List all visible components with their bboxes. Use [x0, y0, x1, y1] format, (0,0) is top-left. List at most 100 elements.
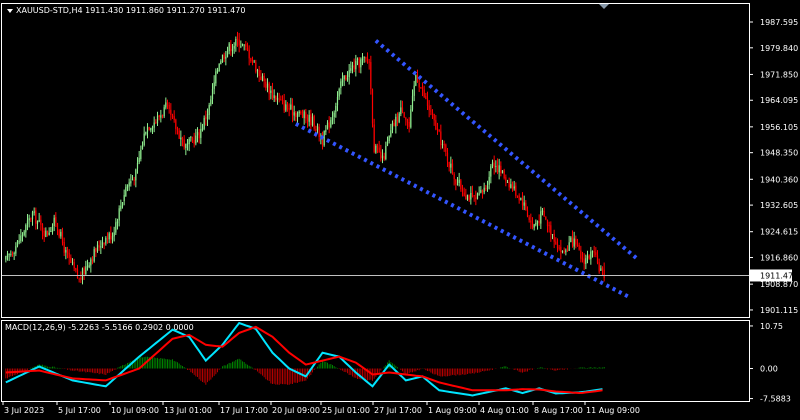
candle	[401, 100, 404, 114]
candle	[126, 184, 129, 192]
candle	[508, 177, 510, 191]
candle	[365, 56, 367, 63]
candle	[230, 40, 232, 56]
price-tick-label: 1916.860	[760, 254, 798, 263]
candle	[376, 143, 379, 154]
candle	[306, 114, 309, 128]
candle	[496, 158, 499, 175]
macd-tick-label: 10.75	[760, 322, 783, 331]
candle	[583, 253, 585, 270]
candle	[485, 184, 487, 192]
candle	[440, 124, 442, 150]
candle	[273, 89, 275, 103]
candle	[275, 95, 277, 102]
candle	[383, 152, 385, 161]
current-price-label: 1911.470	[760, 271, 798, 280]
candle	[103, 242, 105, 250]
candle	[143, 126, 145, 147]
candle	[195, 128, 197, 146]
candle	[78, 277, 80, 283]
candle	[106, 232, 109, 244]
macd-tick-label: -7.5883	[760, 395, 791, 404]
candle	[523, 195, 525, 211]
candle	[61, 227, 64, 246]
price-tick-label: 1987.595	[760, 18, 798, 27]
candle	[206, 108, 209, 126]
price-tick-label: 1901.115	[760, 306, 798, 315]
candle	[105, 236, 107, 246]
candle	[450, 156, 452, 174]
candle	[233, 42, 235, 54]
candle	[211, 83, 214, 105]
candle	[518, 193, 520, 204]
candle	[305, 108, 307, 124]
time-tick-label: 1 Aug 09:00	[428, 406, 477, 415]
candle	[188, 137, 190, 152]
candle	[555, 237, 557, 245]
candle	[261, 73, 264, 82]
candle	[246, 42, 249, 52]
candle	[545, 216, 547, 221]
candle	[321, 131, 324, 150]
candle	[21, 232, 24, 242]
candle	[178, 128, 180, 140]
candle	[80, 271, 82, 283]
candle	[396, 112, 399, 127]
candle	[203, 115, 205, 131]
macd-tick-label: 0.00	[760, 365, 778, 374]
candle	[130, 174, 132, 187]
candle	[406, 118, 409, 129]
candle	[300, 110, 302, 115]
candle	[190, 135, 192, 142]
macd-header: MACD(12,26,9) -5.2263 -5.5166 0.2902 0.0…	[5, 323, 194, 332]
candle	[175, 118, 177, 135]
candle	[160, 109, 162, 123]
candle	[288, 103, 290, 117]
candle	[30, 217, 32, 223]
time-tick-label: 10 Jul 09:00	[111, 406, 159, 415]
candle	[115, 218, 117, 235]
candle	[88, 262, 90, 269]
candle	[68, 249, 70, 265]
trading-chart[interactable]: XAUUSD-STD,H4 1911.430 1911.860 1911.270…	[0, 0, 800, 420]
candle	[198, 129, 200, 144]
candle	[378, 140, 380, 153]
candle	[133, 176, 135, 186]
candle	[421, 82, 424, 97]
candle	[266, 78, 269, 93]
candle	[333, 110, 335, 125]
candle	[173, 110, 175, 123]
candle	[5, 255, 7, 263]
candle	[150, 127, 152, 133]
candle	[533, 223, 535, 231]
candle	[83, 266, 85, 281]
candle	[140, 145, 142, 162]
candle	[448, 161, 450, 172]
candle	[580, 245, 582, 263]
candle	[561, 250, 564, 254]
candle	[338, 87, 340, 100]
candle	[228, 42, 230, 55]
candle	[108, 231, 110, 244]
candle	[301, 109, 304, 119]
candle	[161, 114, 164, 119]
candle	[236, 31, 239, 47]
candle	[495, 160, 497, 173]
candle	[213, 75, 215, 95]
candle	[245, 41, 247, 51]
candle	[456, 176, 459, 186]
candle	[55, 212, 57, 228]
candle	[465, 188, 467, 200]
candle	[90, 257, 92, 273]
candle	[176, 126, 179, 135]
candle	[601, 266, 604, 276]
candle	[573, 231, 575, 250]
candle	[110, 226, 112, 244]
candle	[280, 95, 282, 101]
candle	[225, 50, 227, 66]
candle	[123, 189, 125, 206]
time-tick-label: 17 Jul 17:00	[220, 406, 268, 415]
candle	[311, 113, 314, 127]
candle	[455, 178, 457, 191]
candle	[470, 186, 472, 205]
